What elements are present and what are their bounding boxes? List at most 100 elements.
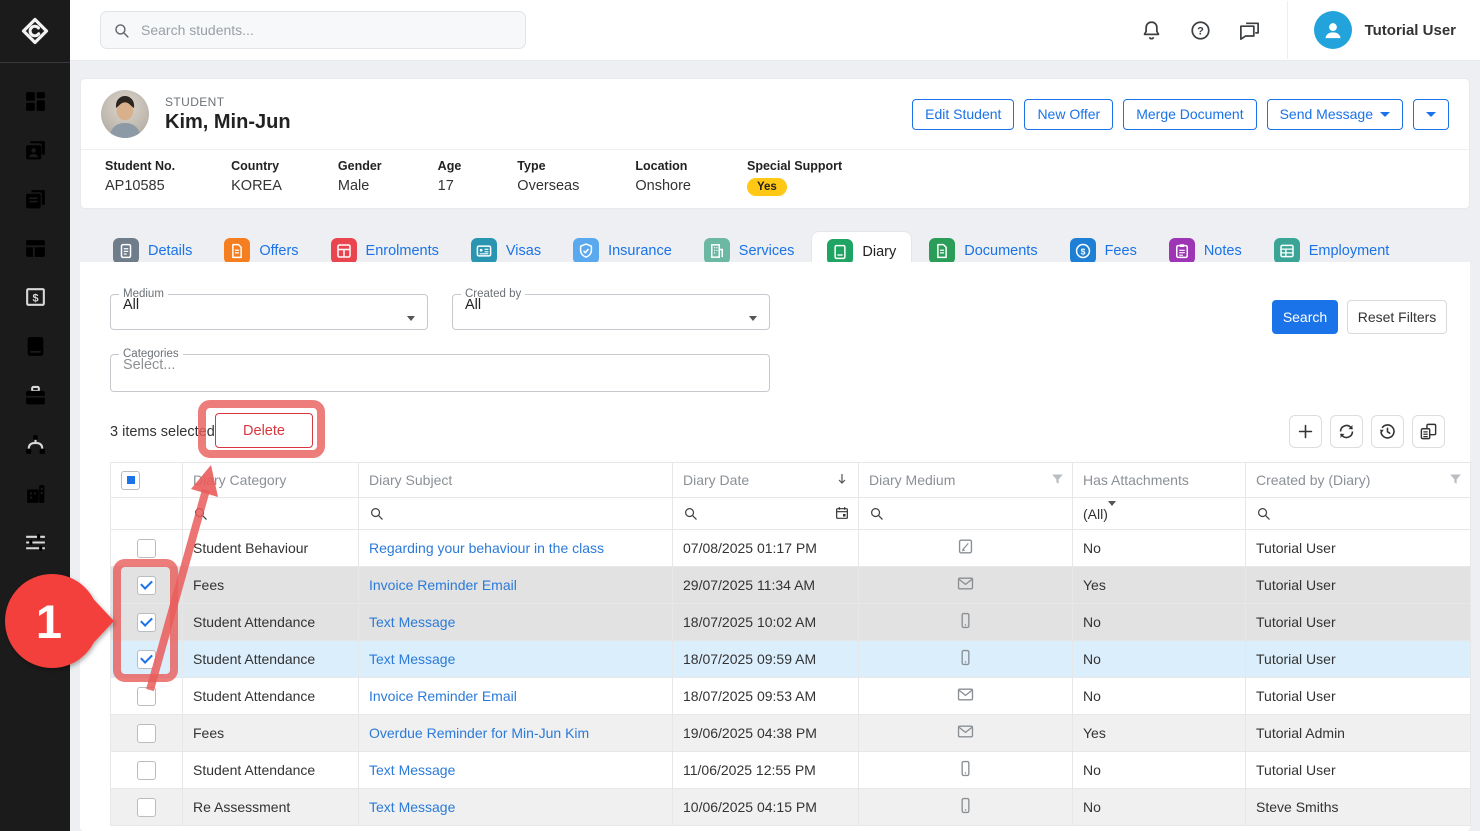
column-header-diary-category[interactable]: Diary Category bbox=[183, 463, 359, 498]
search-button[interactable]: Search bbox=[1272, 300, 1338, 334]
sidebar-item-fees[interactable] bbox=[0, 273, 70, 322]
has-attachments-cell: Yes bbox=[1073, 567, 1246, 604]
sidebar-item-agents[interactable] bbox=[0, 420, 70, 469]
row-select-cell[interactable] bbox=[111, 715, 183, 752]
row-checkbox[interactable] bbox=[137, 539, 156, 558]
filter-cell-diary-medium[interactable] bbox=[859, 498, 1073, 530]
created-by-filter-select[interactable]: Created by All bbox=[452, 288, 770, 330]
new-offer-button[interactable]: New Offer bbox=[1024, 99, 1113, 130]
merge-document-button[interactable]: Merge Document bbox=[1123, 99, 1256, 130]
diary-date-cell: 07/08/2025 01:17 PM bbox=[673, 530, 859, 567]
filter-funnel-icon[interactable] bbox=[1050, 472, 1065, 487]
filter-cell-created-by-diary[interactable] bbox=[1246, 498, 1471, 530]
more-actions-button[interactable] bbox=[1413, 99, 1449, 130]
diary-subject-link[interactable]: Invoice Reminder Email bbox=[369, 577, 517, 593]
diary-row[interactable]: Student BehaviourRegarding your behaviou… bbox=[111, 530, 1471, 567]
tab-label: Diary bbox=[862, 244, 896, 260]
calendar-icon[interactable] bbox=[834, 505, 850, 521]
filter-cell-diary-subject[interactable] bbox=[359, 498, 673, 530]
organisation-icon bbox=[23, 481, 48, 506]
column-header-select[interactable] bbox=[111, 463, 183, 498]
history-button[interactable] bbox=[1371, 415, 1404, 448]
row-select-cell[interactable] bbox=[111, 604, 183, 641]
send-message-button[interactable]: Send Message bbox=[1267, 99, 1403, 130]
diary-row[interactable]: Student AttendanceText Message11/06/2025… bbox=[111, 752, 1471, 789]
row-select-cell[interactable] bbox=[111, 678, 183, 715]
chevron-down-icon bbox=[1426, 112, 1436, 117]
filter-cell-diary-category[interactable] bbox=[183, 498, 359, 530]
chevron-down-icon bbox=[1380, 112, 1390, 117]
column-header-created-by-diary[interactable]: Created by (Diary) bbox=[1246, 463, 1471, 498]
row-select-cell[interactable] bbox=[111, 567, 183, 604]
row-checkbox[interactable] bbox=[137, 613, 156, 632]
sidebar-item-organisation[interactable] bbox=[0, 469, 70, 518]
row-select-cell[interactable] bbox=[111, 530, 183, 567]
diary-category-cell: Student Attendance bbox=[183, 752, 359, 789]
filter-cell-has-attachments[interactable]: (All) bbox=[1073, 498, 1246, 530]
student-search-box[interactable] bbox=[100, 11, 526, 49]
tab-label: Offers bbox=[259, 243, 298, 259]
sidebar-item-students[interactable] bbox=[0, 126, 70, 175]
student-field-age: Age17 bbox=[438, 159, 462, 196]
diary-subject-link[interactable]: Text Message bbox=[369, 614, 455, 630]
documents-tab-icon bbox=[929, 238, 955, 264]
row-select-cell[interactable] bbox=[111, 641, 183, 678]
diary-subject-link[interactable]: Invoice Reminder Email bbox=[369, 688, 517, 704]
column-header-diary-date[interactable]: Diary Date bbox=[673, 463, 859, 498]
diary-row[interactable]: FeesOverdue Reminder for Min-Jun Kim19/0… bbox=[111, 715, 1471, 752]
search-input[interactable] bbox=[139, 21, 513, 39]
tab-label: Services bbox=[739, 243, 795, 259]
diary-subject-link[interactable]: Regarding your behaviour in the class bbox=[369, 540, 604, 556]
refresh-button[interactable] bbox=[1330, 415, 1363, 448]
column-header-diary-medium[interactable]: Diary Medium bbox=[859, 463, 1073, 498]
diary-row[interactable]: FeesInvoice Reminder Email29/07/2025 11:… bbox=[111, 567, 1471, 604]
filter-funnel-icon[interactable] bbox=[1448, 472, 1463, 487]
sidebar-item-layout[interactable] bbox=[0, 224, 70, 273]
help-icon[interactable] bbox=[1189, 19, 1212, 42]
sidebar-item-settings[interactable] bbox=[0, 518, 70, 567]
diary-row[interactable]: Student AttendanceText Message18/07/2025… bbox=[111, 604, 1471, 641]
row-checkbox[interactable] bbox=[137, 650, 156, 669]
diary-subject-link[interactable]: Text Message bbox=[369, 799, 455, 815]
tab-label: Details bbox=[148, 243, 192, 259]
notifications-bell-icon[interactable] bbox=[1140, 19, 1163, 42]
column-chooser-button[interactable] bbox=[1412, 415, 1445, 448]
sidebar-item-offers[interactable] bbox=[0, 175, 70, 224]
diary-subject-link[interactable]: Overdue Reminder for Min-Jun Kim bbox=[369, 725, 589, 741]
diary-subject-link[interactable]: Text Message bbox=[369, 762, 455, 778]
row-checkbox[interactable] bbox=[137, 724, 156, 743]
student-photo bbox=[101, 90, 149, 138]
edit-student-button[interactable]: Edit Student bbox=[912, 99, 1014, 130]
row-checkbox[interactable] bbox=[137, 761, 156, 780]
categories-filter-input[interactable]: Categories Select... bbox=[110, 348, 770, 392]
messages-chat-icon[interactable] bbox=[1238, 19, 1261, 42]
sidebar-item-jobs[interactable] bbox=[0, 371, 70, 420]
user-menu[interactable]: Tutorial User bbox=[1314, 11, 1456, 49]
reset-filters-button[interactable]: Reset Filters bbox=[1347, 300, 1447, 334]
attachments-filter-value: (All) bbox=[1083, 506, 1108, 522]
diary-row[interactable]: Re AssessmentText Message10/06/2025 04:1… bbox=[111, 789, 1471, 826]
medium-filter-select[interactable]: Medium All bbox=[110, 288, 428, 330]
diary-category-cell: Student Attendance bbox=[183, 641, 359, 678]
filter-cell-diary-date[interactable] bbox=[673, 498, 859, 530]
add-button[interactable] bbox=[1289, 415, 1322, 448]
delete-button[interactable]: Delete bbox=[215, 413, 313, 448]
diary-category-cell: Student Attendance bbox=[183, 678, 359, 715]
diary-subject-link[interactable]: Text Message bbox=[369, 651, 455, 667]
sidebar-item-courses[interactable] bbox=[0, 322, 70, 371]
diary-row[interactable]: Student Attendance Invoice Reminder Email… bbox=[111, 678, 1471, 715]
row-checkbox[interactable] bbox=[137, 687, 156, 706]
diary-subject-cell: Text Message bbox=[359, 604, 673, 641]
column-header-diary-subject[interactable]: Diary Subject bbox=[359, 463, 673, 498]
row-checkbox[interactable] bbox=[137, 576, 156, 595]
field-value: AP10585 bbox=[105, 178, 175, 194]
app-logo[interactable] bbox=[0, 0, 70, 63]
diary-row[interactable]: Student AttendanceText Message18/07/2025… bbox=[111, 641, 1471, 678]
row-select-cell[interactable] bbox=[111, 789, 183, 826]
select-all-checkbox[interactable] bbox=[121, 471, 140, 490]
column-header-has-attachments[interactable]: Has Attachments bbox=[1073, 463, 1246, 498]
field-value: Yes bbox=[747, 178, 842, 196]
row-checkbox[interactable] bbox=[137, 798, 156, 817]
row-select-cell[interactable] bbox=[111, 752, 183, 789]
sidebar-item-dashboard[interactable] bbox=[0, 77, 70, 126]
